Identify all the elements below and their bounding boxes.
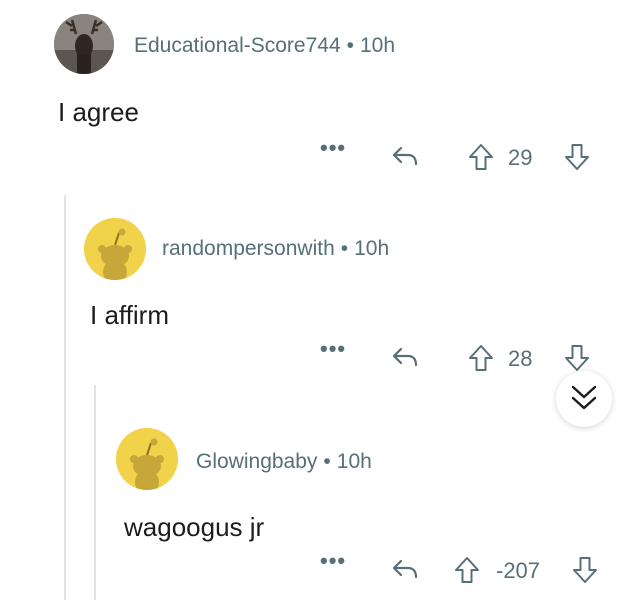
downvote-button[interactable] bbox=[572, 556, 598, 584]
upvote-arrow-icon bbox=[455, 557, 479, 583]
comment-meta: randompersonwith • 10h bbox=[162, 237, 389, 261]
deer-avatar-image bbox=[54, 14, 114, 74]
timestamp: 10h bbox=[360, 34, 396, 57]
reply-button[interactable] bbox=[390, 143, 420, 169]
vote-score: 29 bbox=[508, 145, 533, 170]
comment-actions: ••• 28 bbox=[320, 336, 600, 376]
thread-line-level-2[interactable] bbox=[94, 385, 96, 600]
comment-body: wagoogus jr bbox=[124, 512, 265, 542]
more-options-button[interactable]: ••• bbox=[320, 336, 346, 362]
comment-body: I agree bbox=[58, 97, 139, 127]
comment-meta: Glowingbaby • 10h bbox=[196, 450, 372, 474]
comment-actions: ••• 29 bbox=[320, 135, 600, 175]
reply-icon bbox=[392, 146, 418, 166]
upvote-button[interactable] bbox=[468, 143, 494, 171]
collapse-thread-button[interactable] bbox=[556, 371, 612, 427]
reply-button[interactable] bbox=[390, 344, 420, 370]
comment-body: I affirm bbox=[90, 300, 169, 330]
thread-line-level-1[interactable] bbox=[64, 195, 66, 600]
meta-separator: • bbox=[340, 237, 349, 260]
reply-button[interactable] bbox=[390, 556, 420, 582]
reply-icon bbox=[392, 347, 418, 367]
downvote-arrow-icon bbox=[565, 144, 589, 170]
upvote-button[interactable] bbox=[454, 556, 480, 584]
timestamp: 10h bbox=[354, 237, 390, 260]
more-options-button[interactable]: ••• bbox=[320, 135, 346, 161]
downvote-arrow-icon bbox=[573, 557, 597, 583]
username-link[interactable]: randompersonwith bbox=[162, 237, 335, 260]
user-avatar[interactable] bbox=[84, 218, 146, 280]
user-avatar[interactable] bbox=[116, 428, 178, 490]
double-chevron-down-icon bbox=[571, 385, 597, 410]
downvote-arrow-icon bbox=[565, 345, 589, 371]
upvote-arrow-icon bbox=[469, 345, 493, 371]
vote-score: 28 bbox=[508, 346, 533, 371]
comment-actions: ••• -207 bbox=[320, 548, 610, 588]
downvote-button[interactable] bbox=[564, 143, 590, 171]
username-link[interactable]: Glowingbaby bbox=[196, 450, 317, 473]
more-options-button[interactable]: ••• bbox=[320, 548, 346, 574]
upvote-button[interactable] bbox=[468, 344, 494, 372]
comment-meta: Educational-Score744 • 10h bbox=[134, 34, 395, 58]
snoo-avatar-icon bbox=[84, 218, 146, 280]
reply-icon bbox=[392, 559, 418, 579]
meta-separator: • bbox=[323, 450, 331, 473]
username-link[interactable]: Educational-Score744 bbox=[134, 34, 341, 57]
upvote-arrow-icon bbox=[469, 144, 493, 170]
timestamp: 10h bbox=[336, 450, 372, 473]
snoo-avatar-icon bbox=[116, 428, 178, 490]
user-avatar[interactable] bbox=[54, 14, 114, 74]
downvote-button[interactable] bbox=[564, 344, 590, 372]
vote-score: -207 bbox=[496, 558, 541, 583]
meta-separator: • bbox=[346, 34, 354, 57]
